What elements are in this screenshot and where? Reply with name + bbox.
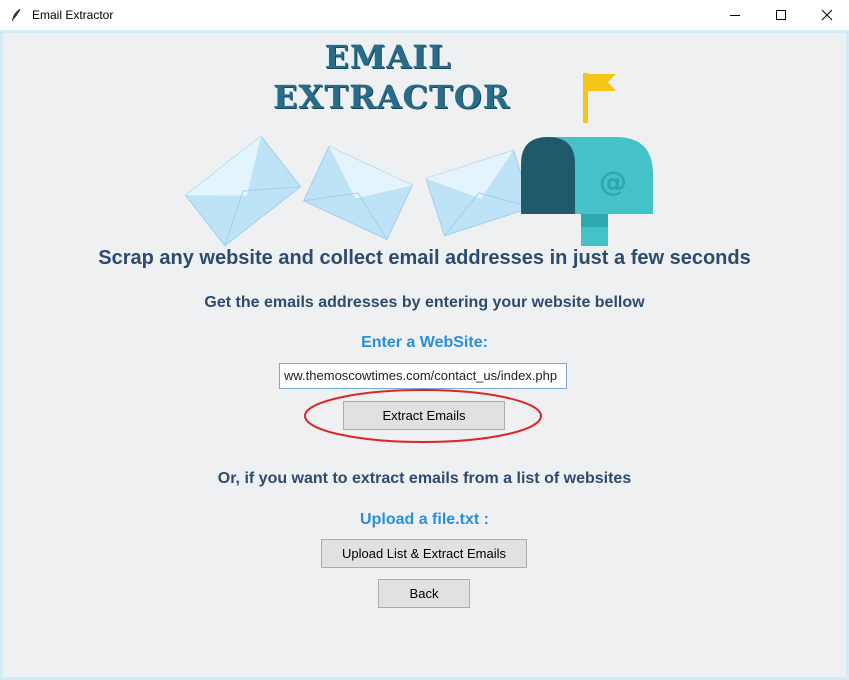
maximize-icon (776, 10, 786, 20)
website-label: Enter a WebSite: (361, 334, 488, 351)
close-icon (821, 9, 833, 21)
upload-list-button[interactable]: Upload List & Extract Emails (321, 539, 527, 568)
hero-illustration: @ (184, 73, 653, 246)
envelope-icon (302, 145, 414, 241)
website-input[interactable]: ww.themoscowtimes.com/contact_us/index.p… (279, 363, 567, 389)
at-symbol-icon: @ (599, 165, 627, 198)
subheadline: Get the emails addresses by entering you… (204, 294, 645, 311)
headline: Scrap any website and collect email addr… (98, 247, 751, 269)
window-titlebar: Email Extractor (0, 0, 849, 30)
maximize-button[interactable] (758, 0, 804, 30)
minimize-icon (730, 15, 740, 16)
window-client-area: EMAIL EXTRACTOR @ Scrap any website and … (0, 30, 849, 680)
or-text: Or, if you want to extract emails from a… (217, 470, 632, 487)
mailbox-icon: @ (521, 73, 653, 246)
extract-emails-button[interactable]: Extract Emails (343, 401, 505, 430)
window-title: Email Extractor (32, 8, 114, 22)
main-panel: EMAIL EXTRACTOR @ Scrap any website and … (3, 33, 846, 677)
back-button[interactable]: Back (378, 579, 470, 608)
envelope-icon (184, 135, 302, 246)
feather-icon (8, 7, 24, 23)
minimize-button[interactable] (712, 0, 758, 30)
close-button[interactable] (804, 0, 849, 30)
upload-label: Upload a file.txt : (360, 511, 489, 528)
envelope-icon (425, 149, 533, 237)
